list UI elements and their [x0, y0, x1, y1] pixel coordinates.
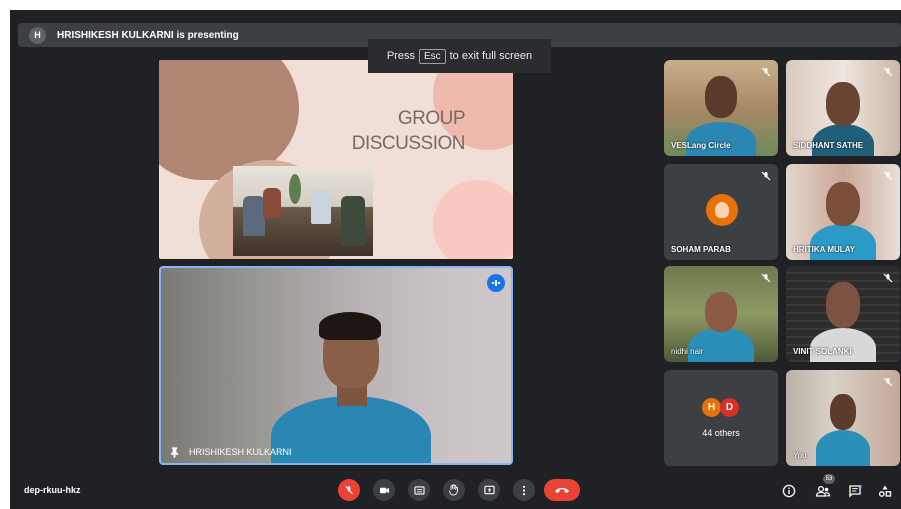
other-avatar: H	[702, 398, 721, 417]
activities-button[interactable]	[876, 482, 894, 500]
mic-off-icon	[883, 273, 893, 283]
end-call-icon	[555, 488, 569, 493]
participant-name: You	[793, 451, 807, 460]
mic-off-icon	[883, 171, 893, 181]
people-icon	[815, 485, 831, 497]
meeting-code: dep-rkuu-hkz	[24, 485, 81, 495]
hand-icon	[449, 484, 458, 496]
participant-tile[interactable]: HRITIKA MULAY	[786, 164, 900, 260]
pin-icon[interactable]	[169, 446, 180, 458]
participant-count-badge: 53	[823, 474, 835, 484]
captions-button[interactable]	[408, 479, 430, 501]
meet-window: H HRISHIKESH KULKARNI is presenting GROU…	[10, 10, 901, 509]
video-camera-icon	[379, 487, 389, 493]
mic-off-icon	[883, 67, 893, 77]
participant-name: VINIT SOLANKI	[793, 347, 852, 356]
chat-icon	[849, 484, 862, 498]
participant-name: nidhi nair	[671, 347, 704, 356]
participant-avatar	[706, 194, 738, 226]
participant-tile[interactable]: VESLang Circle	[664, 60, 778, 156]
presenting-text: HRISHIKESH KULKARNI is presenting	[57, 29, 239, 41]
esc-key: Esc	[418, 48, 446, 64]
mic-off-icon	[883, 377, 893, 387]
slide-title: GROUP DISCUSSION	[351, 108, 466, 154]
mic-off-icon	[761, 273, 771, 283]
mic-off-icon	[345, 485, 353, 495]
mic-off-icon	[761, 67, 771, 77]
presenter-avatar: H	[29, 26, 46, 44]
presentation-slide[interactable]: GROUP DISCUSSION	[159, 60, 513, 259]
participant-tile[interactable]: SOHAM PARAB	[664, 164, 778, 260]
people-button[interactable]	[814, 482, 832, 500]
captions-icon	[413, 485, 425, 495]
presenter-video-tile[interactable]: HRISHIKESH KULKARNI	[159, 266, 513, 465]
present-screen-button[interactable]	[478, 479, 500, 501]
more-options-button[interactable]	[513, 479, 535, 501]
participant-name: SIDDHANT SATHE	[793, 141, 864, 150]
camera-toggle-button[interactable]	[373, 479, 395, 501]
mic-toggle-button[interactable]	[338, 479, 360, 501]
meeting-details-button[interactable]	[780, 482, 798, 500]
participant-tile[interactable]: VINIT SOLANKI	[786, 266, 900, 362]
leave-call-button[interactable]	[544, 479, 580, 501]
fullscreen-tip: Press Esc to exit full screen	[368, 39, 551, 73]
participant-name: VESLang Circle	[671, 141, 731, 150]
speaking-indicator-icon	[487, 274, 505, 292]
participant-name: SOHAM PARAB	[671, 245, 731, 254]
self-tile[interactable]: You	[786, 370, 900, 466]
more-vert-icon	[522, 485, 526, 495]
other-avatar: D	[720, 398, 739, 417]
activities-icon	[878, 485, 892, 497]
participant-tile[interactable]: nidhi nair	[664, 266, 778, 362]
raise-hand-button[interactable]	[443, 479, 465, 501]
presenter-name: HRISHIKESH KULKARNI	[189, 447, 292, 457]
info-icon	[782, 484, 796, 498]
others-tile[interactable]: H D 44 others	[664, 370, 778, 466]
mic-off-icon	[761, 171, 771, 181]
control-bar: dep-rkuu-hkz 53	[10, 470, 901, 509]
slide-photo	[233, 166, 373, 256]
present-icon	[483, 485, 495, 495]
participant-tile[interactable]: SIDDHANT SATHE	[786, 60, 900, 156]
others-count: 44 others	[702, 428, 740, 438]
chat-button[interactable]	[846, 482, 864, 500]
participant-name: HRITIKA MULAY	[793, 245, 856, 254]
